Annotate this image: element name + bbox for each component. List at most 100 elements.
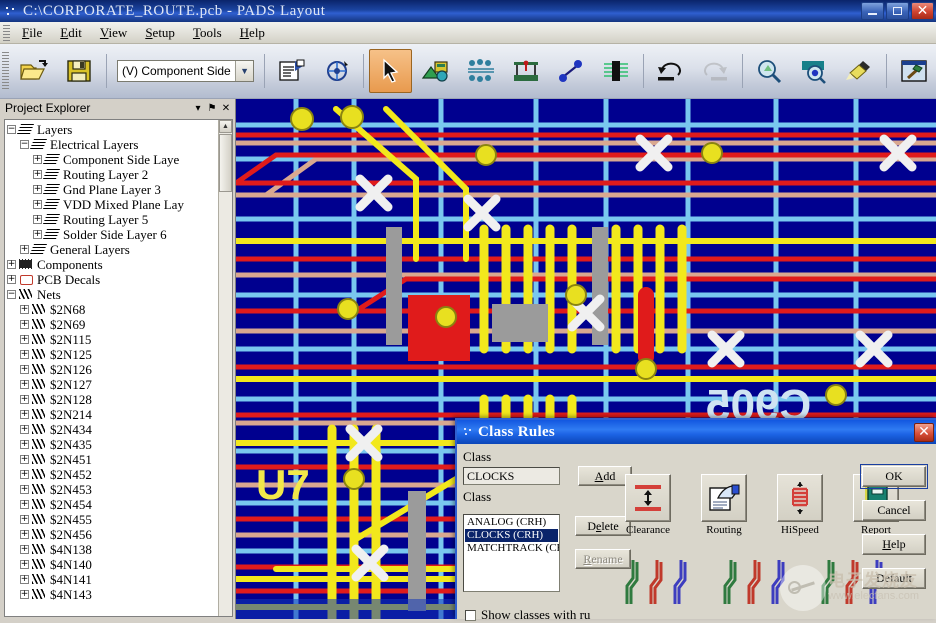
tree-item[interactable]: +$2N455 xyxy=(7,512,218,527)
zoom-button[interactable] xyxy=(748,49,791,93)
menu-edit[interactable]: Edit xyxy=(51,23,91,43)
expand-icon[interactable]: + xyxy=(20,575,29,584)
dialog-titlebar[interactable]: Class Rules ✕ xyxy=(457,420,936,444)
save-file-button[interactable] xyxy=(58,49,101,93)
expand-icon[interactable]: + xyxy=(33,230,42,239)
undo-button[interactable] xyxy=(649,49,692,93)
expand-icon[interactable]: + xyxy=(20,245,29,254)
tree-item[interactable]: +$2N456 xyxy=(7,527,218,542)
expand-icon[interactable]: + xyxy=(20,560,29,569)
tree-item[interactable]: +$2N435 xyxy=(7,437,218,452)
expand-icon[interactable]: + xyxy=(33,215,42,224)
routing-rule-button[interactable] xyxy=(701,474,747,522)
tree-item[interactable]: +Gnd Plane Layer 3 xyxy=(7,182,218,197)
expand-icon[interactable]: + xyxy=(33,170,42,179)
expand-icon[interactable]: + xyxy=(33,155,42,164)
drafting-toolbar-button[interactable] xyxy=(270,49,313,93)
tree-item[interactable]: +$2N451 xyxy=(7,452,218,467)
cluster-placement-button[interactable] xyxy=(595,49,638,93)
tree-item[interactable]: +VDD Mixed Plane Lay xyxy=(7,197,218,212)
collapse-icon[interactable]: − xyxy=(7,290,16,299)
panel-menu-icon[interactable]: ▾ xyxy=(191,101,205,115)
expand-icon[interactable]: + xyxy=(20,470,29,479)
expand-icon[interactable]: + xyxy=(20,365,29,374)
dimensioning-button[interactable] xyxy=(414,49,457,93)
expand-icon[interactable]: + xyxy=(20,515,29,524)
tree-item[interactable]: +Components xyxy=(7,257,218,272)
class-list-item[interactable]: ANALOG (CRH) xyxy=(465,516,558,529)
tree-item[interactable]: +$2N69 xyxy=(7,317,218,332)
class-list-item[interactable]: MATCHTRACK (CR xyxy=(465,542,558,555)
expand-icon[interactable]: + xyxy=(20,380,29,389)
tree-item[interactable]: +Solder Side Layer 6 xyxy=(7,227,218,242)
tree-vertical-scrollbar[interactable]: ▲ xyxy=(218,120,232,616)
dialog-close-button[interactable]: ✕ xyxy=(914,423,934,442)
tree-item[interactable]: +$4N138 xyxy=(7,542,218,557)
tree-item[interactable]: +$2N126 xyxy=(7,362,218,377)
ok-button[interactable]: OK xyxy=(862,466,926,487)
class-name-input[interactable]: CLOCKS xyxy=(463,467,560,485)
toolbar-grip[interactable] xyxy=(2,52,9,90)
open-file-button[interactable] xyxy=(13,49,56,93)
tree-item[interactable]: −Electrical Layers xyxy=(7,137,218,152)
help-button[interactable]: Help xyxy=(862,534,926,555)
expand-icon[interactable]: + xyxy=(20,425,29,434)
close-button[interactable]: ✕ xyxy=(911,2,934,20)
highlight-button[interactable] xyxy=(838,49,881,93)
panel-pin-icon[interactable]: ⚑ xyxy=(205,101,219,115)
ecn-toolbar-button[interactable] xyxy=(459,49,502,93)
tree-item[interactable]: +$4N143 xyxy=(7,587,218,602)
tree-item[interactable]: +$2N452 xyxy=(7,467,218,482)
expand-icon[interactable]: + xyxy=(20,500,29,509)
tree-item[interactable]: +$4N140 xyxy=(7,557,218,572)
tree-item[interactable]: +Routing Layer 2 xyxy=(7,167,218,182)
select-tool-button[interactable] xyxy=(369,49,412,93)
cancel-button[interactable]: Cancel xyxy=(862,500,926,521)
expand-icon[interactable]: + xyxy=(20,530,29,539)
add-connection-button[interactable] xyxy=(549,49,592,93)
chevron-down-icon[interactable]: ▼ xyxy=(235,61,253,81)
tree-item[interactable]: +$2N128 xyxy=(7,392,218,407)
zoom-selection-button[interactable] xyxy=(793,49,836,93)
tree-item[interactable]: +$2N454 xyxy=(7,497,218,512)
tree-item[interactable]: +PCB Decals xyxy=(7,272,218,287)
tree-item[interactable]: +$2N453 xyxy=(7,482,218,497)
expand-icon[interactable]: + xyxy=(33,200,42,209)
expand-icon[interactable]: + xyxy=(7,260,16,269)
board-outline-button[interactable] xyxy=(504,49,547,93)
collapse-icon[interactable]: − xyxy=(20,140,29,149)
expand-icon[interactable]: + xyxy=(20,305,29,314)
menu-help[interactable]: Help xyxy=(231,23,274,43)
class-list-item[interactable]: CLOCKS (CRH) xyxy=(465,529,558,542)
customize-button[interactable] xyxy=(892,49,935,93)
project-tree[interactable]: −Layers−Electrical Layers+Component Side… xyxy=(5,120,218,616)
tree-item[interactable]: −Layers xyxy=(7,122,218,137)
tree-item[interactable]: +$2N125 xyxy=(7,347,218,362)
expand-icon[interactable]: + xyxy=(20,320,29,329)
design-toolbar-button[interactable] xyxy=(315,49,358,93)
expand-icon[interactable]: + xyxy=(20,455,29,464)
tree-item[interactable]: +$2N127 xyxy=(7,377,218,392)
tree-item[interactable]: +$4N141 xyxy=(7,572,218,587)
menu-file[interactable]: File xyxy=(13,23,51,43)
default-button[interactable]: Default xyxy=(862,568,926,589)
expand-icon[interactable]: + xyxy=(20,440,29,449)
expand-icon[interactable]: + xyxy=(20,590,29,599)
show-classes-checkbox-row[interactable]: Show classes with ru xyxy=(465,607,590,623)
scroll-up-icon[interactable]: ▲ xyxy=(219,120,232,133)
expand-icon[interactable]: + xyxy=(20,350,29,359)
menu-view[interactable]: View xyxy=(91,23,136,43)
layer-select[interactable]: (V) Component Side L ▼ xyxy=(117,60,254,82)
minimize-button[interactable] xyxy=(861,2,884,20)
expand-icon[interactable]: + xyxy=(20,335,29,344)
maximize-button[interactable] xyxy=(886,2,909,20)
expand-icon[interactable]: + xyxy=(20,410,29,419)
menu-setup[interactable]: Setup xyxy=(136,23,184,43)
collapse-icon[interactable]: − xyxy=(7,125,16,134)
tree-item[interactable]: +$2N115 xyxy=(7,332,218,347)
expand-icon[interactable]: + xyxy=(20,395,29,404)
menubar-grip[interactable] xyxy=(3,25,10,41)
tree-item[interactable]: +$2N68 xyxy=(7,302,218,317)
tree-item[interactable]: +$2N434 xyxy=(7,422,218,437)
class-listbox[interactable]: ANALOG (CRH)CLOCKS (CRH)MATCHTRACK (CR xyxy=(463,514,560,592)
